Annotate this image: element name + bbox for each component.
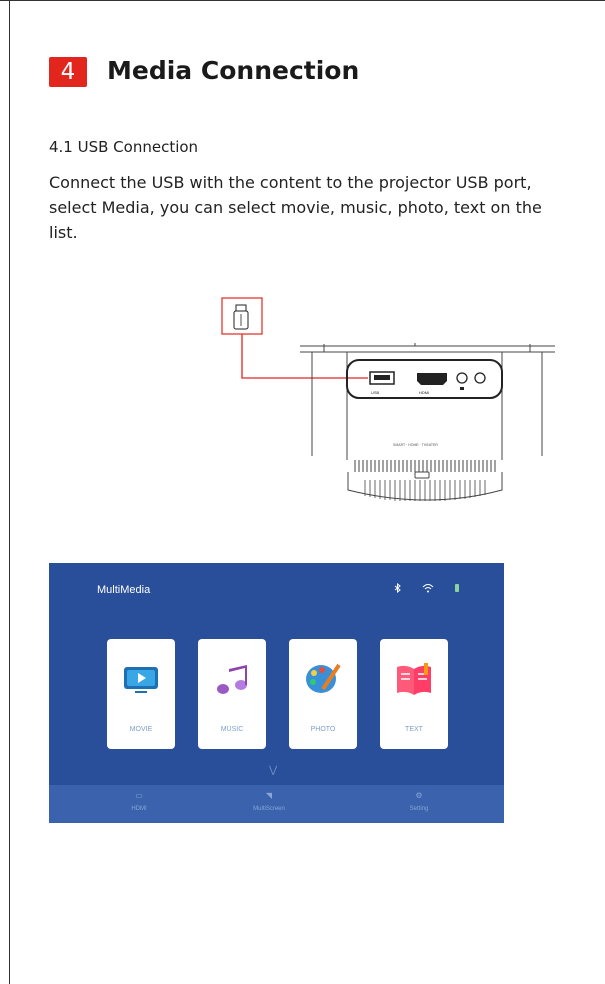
wifi-icon	[422, 584, 434, 593]
hdmi-port-label: HDMI	[419, 390, 429, 395]
setting-icon: ⚙	[415, 791, 423, 800]
instruction-paragraph: Connect the USB with the content to the …	[49, 173, 542, 242]
bottom-bar: ▭ HDMI ◥ MultiScreen ⚙ Setting	[49, 785, 504, 823]
media-card-photo[interactable]: PHOTO	[289, 639, 357, 749]
subsection-heading: 4.1 USB Connection	[49, 138, 199, 156]
chevron-down-icon[interactable]: ⋁	[269, 765, 277, 776]
media-card-movie[interactable]: MOVIE	[107, 639, 175, 749]
media-card-text[interactable]: TEXT	[380, 639, 448, 749]
bottom-item-multiscreen[interactable]: ◥ MultiScreen	[239, 791, 299, 812]
page-top-rule	[0, 0, 605, 1]
hdmi-icon: ▭	[135, 791, 143, 800]
media-card-music[interactable]: MUSIC	[198, 639, 266, 749]
media-card-label: MOVIE	[129, 726, 153, 733]
text-icon	[397, 663, 431, 695]
multiscreen-icon: ◥	[265, 791, 273, 800]
bottom-item-label: Setting	[409, 806, 429, 812]
connection-line	[241, 334, 368, 379]
media-card-label: MUSIC	[220, 726, 244, 733]
photo-icon	[306, 663, 341, 693]
bluetooth-icon	[394, 583, 401, 593]
music-icon	[217, 665, 247, 694]
section-number-badge: 4	[49, 57, 87, 87]
usb-stick-callout	[221, 297, 263, 335]
multimedia-title: MultiMedia	[97, 584, 151, 596]
usb-connection-diagram: USB HDMI SMART · HOME · THEATER	[221, 297, 555, 501]
media-card-label: TEXT	[405, 726, 423, 733]
status-icons	[394, 583, 460, 593]
page-left-rule	[9, 0, 10, 984]
bottom-item-hdmi[interactable]: ▭ HDMI	[119, 791, 159, 812]
usb-storage-icon	[455, 584, 459, 592]
bottom-item-setting[interactable]: ⚙ Setting	[399, 791, 439, 812]
bottom-item-label: MultiScreen	[253, 806, 285, 812]
section-title: Media Connection	[107, 56, 360, 85]
movie-icon	[124, 667, 158, 693]
projector-device: USB HDMI SMART · HOME · THEATER	[300, 343, 555, 501]
media-card-label: PHOTO	[310, 726, 336, 733]
device-model-text: SMART · HOME · THEATER	[393, 443, 438, 447]
multimedia-screen: MultiMedia MOVIE MUSIC PHOTO TEXT ⋁ ▭ HD…	[49, 563, 504, 823]
usb-port-label: USB	[371, 390, 380, 395]
bottom-item-label: HDMI	[131, 806, 147, 812]
